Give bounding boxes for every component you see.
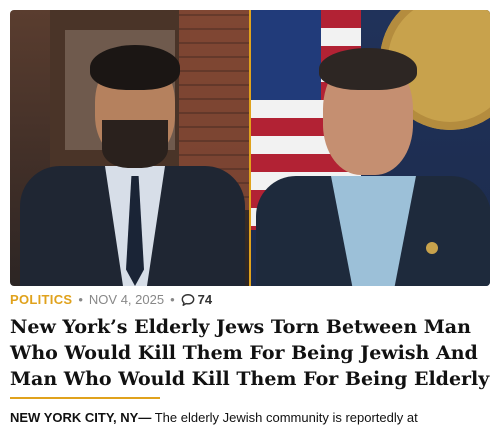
lapel-pin xyxy=(425,242,438,254)
dateline: NEW YORK CITY, NY— xyxy=(10,410,152,425)
accent-rule xyxy=(10,397,160,399)
beard-left xyxy=(102,120,168,168)
person-right xyxy=(251,10,490,286)
publish-date: NOV 4, 2025 xyxy=(88,292,165,307)
hair-left xyxy=(90,45,180,90)
person-left xyxy=(10,10,249,286)
comments-link[interactable]: 74 xyxy=(181,292,212,307)
comment-icon xyxy=(181,293,195,306)
article-headline[interactable]: New York’s Elderly Jews Torn Between Man… xyxy=(10,314,492,392)
article-page: POLITICS • NOV 4, 2025 • 74 New York’s E… xyxy=(0,0,500,425)
section-link[interactable]: POLITICS xyxy=(10,292,72,307)
photo-left xyxy=(10,10,249,286)
article-meta: POLITICS • NOV 4, 2025 • 74 xyxy=(10,292,212,307)
photo-right xyxy=(250,10,490,286)
hair-right xyxy=(318,48,417,90)
meta-separator: • xyxy=(78,292,83,307)
hero-image[interactable] xyxy=(10,10,490,286)
comment-count: 74 xyxy=(197,292,213,307)
lede-text: The elderly Jewish community is reported… xyxy=(154,410,418,425)
article-lede: NEW YORK CITY, NY— The elderly Jewish co… xyxy=(10,410,490,426)
meta-separator: • xyxy=(170,292,175,307)
